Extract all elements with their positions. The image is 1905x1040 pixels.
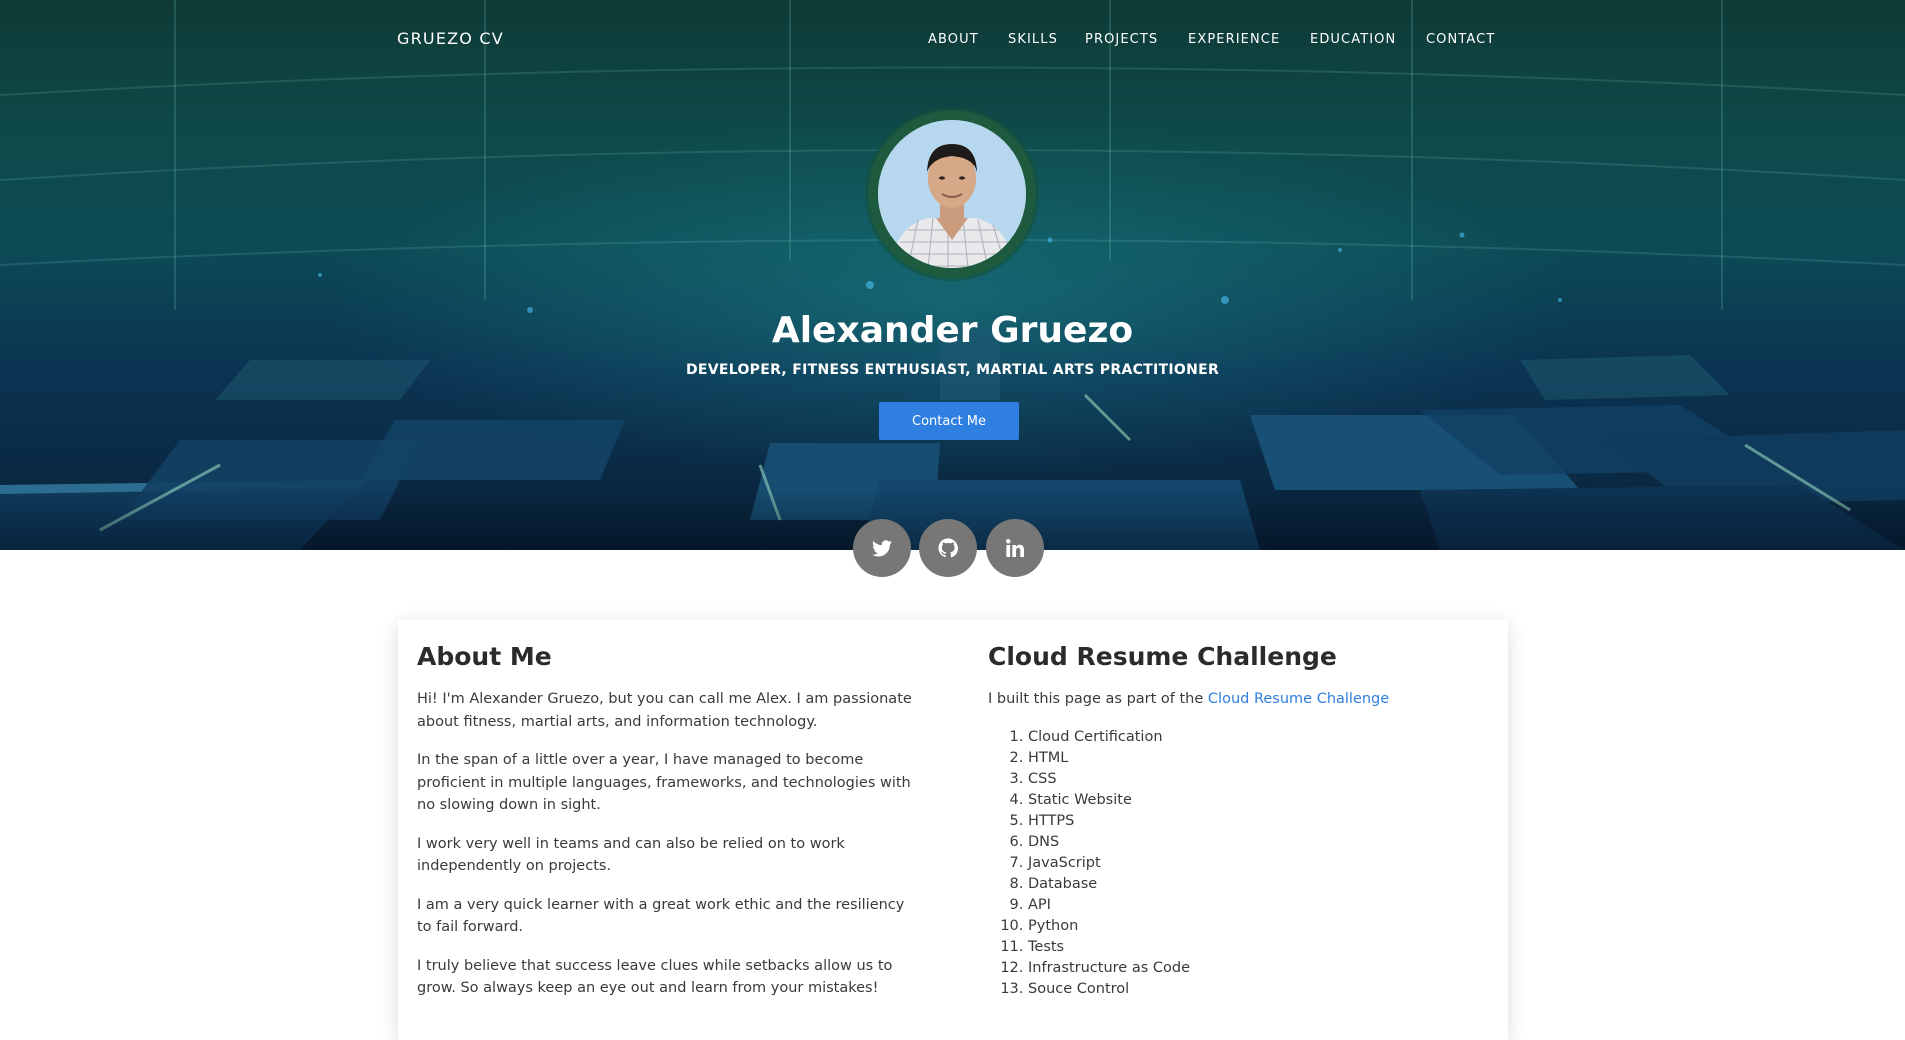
nav-about[interactable]: ABOUT: [928, 32, 979, 47]
list-item: Souce Control: [1028, 979, 1488, 1000]
list-item: Tests: [1028, 937, 1488, 958]
about-title: About Me: [417, 642, 552, 671]
github-icon: [938, 538, 958, 558]
twitter-button[interactable]: [853, 519, 911, 577]
hero-name: Alexander Gruezo: [771, 310, 1134, 351]
nav-contact[interactable]: CONTACT: [1426, 32, 1495, 47]
twitter-icon: [872, 539, 892, 556]
about-paragraph: Hi! I'm Alexander Gruezo, but you can ca…: [417, 691, 912, 730]
list-item: Python: [1028, 916, 1488, 937]
crc-intro: I built this page as part of the Cloud R…: [988, 688, 1488, 711]
main-nav: ABOUT SKILLS PROJECTS EXPERIENCE EDUCATI…: [0, 32, 1905, 52]
avatar: [878, 120, 1026, 268]
list-item: API: [1028, 895, 1488, 916]
github-button[interactable]: [919, 519, 977, 577]
linkedin-icon: [1006, 539, 1024, 557]
linkedin-button[interactable]: [986, 519, 1044, 577]
crc-link[interactable]: Cloud Resume Challenge: [1208, 691, 1389, 707]
crc-intro-text: I built this page as part of the: [988, 691, 1208, 707]
nav-skills[interactable]: SKILLS: [1008, 32, 1058, 47]
nav-experience[interactable]: EXPERIENCE: [1188, 32, 1280, 47]
about-paragraph: In the span of a little over a year, I h…: [417, 752, 911, 813]
content-card: About Me Hi! I'm Alexander Gruezo, but y…: [398, 620, 1508, 1040]
hero-section: GRUEZO CV ABOUT SKILLS PROJECTS EXPERIEN…: [0, 0, 1905, 550]
list-item: Static Website: [1028, 790, 1488, 811]
nav-education[interactable]: EDUCATION: [1310, 32, 1396, 47]
about-paragraph: I work very well in teams and can also b…: [417, 835, 845, 875]
list-item: HTML: [1028, 748, 1488, 769]
list-item: HTTPS: [1028, 811, 1488, 832]
profile-photo: [878, 120, 1026, 268]
list-item: JavaScript: [1028, 853, 1488, 874]
about-section: About Me Hi! I'm Alexander Gruezo, but y…: [417, 642, 917, 1016]
nav-projects[interactable]: PROJECTS: [1085, 32, 1158, 47]
about-paragraph: I truly believe that success leave clues…: [417, 957, 893, 997]
about-paragraph: I am a very quick learner with a great w…: [417, 896, 905, 936]
list-item: Cloud Certification: [1028, 727, 1488, 748]
crc-title: Cloud Resume Challenge: [988, 642, 1337, 671]
crc-section: Cloud Resume Challenge I built this page…: [988, 642, 1488, 1000]
list-item: CSS: [1028, 769, 1488, 790]
list-item: Database: [1028, 874, 1488, 895]
list-item: Infrastructure as Code: [1028, 958, 1488, 979]
contact-me-button[interactable]: Contact Me: [879, 402, 1019, 440]
hero-subtitle: DEVELOPER, FITNESS ENTHUSIAST, MARTIAL A…: [685, 362, 1220, 378]
list-item: DNS: [1028, 832, 1488, 853]
crc-steps-list: Cloud Certification HTML CSS Static Webs…: [988, 727, 1488, 1000]
